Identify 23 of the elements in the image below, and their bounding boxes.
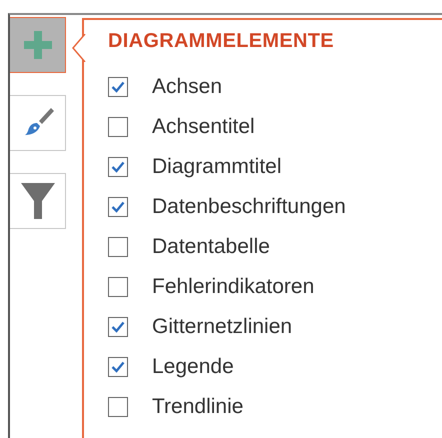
- checkbox-label: Trendlinie: [152, 395, 244, 419]
- checkbox[interactable]: [108, 317, 128, 337]
- checkbox-label: Diagrammtitel: [152, 155, 282, 179]
- filter-icon: [20, 181, 56, 221]
- checkbox[interactable]: [108, 237, 128, 257]
- brush-button[interactable]: [10, 95, 66, 151]
- filter-button[interactable]: [10, 173, 66, 229]
- checkbox[interactable]: [108, 397, 128, 417]
- checkbox[interactable]: [108, 117, 128, 137]
- checkbox[interactable]: [108, 197, 128, 217]
- checkbox-label: Datenbeschriftungen: [152, 195, 346, 219]
- checkbox-label: Datentabelle: [152, 235, 270, 259]
- checkbox[interactable]: [108, 77, 128, 97]
- checkbox-label: Legende: [152, 355, 234, 379]
- checkbox-label: Achsen: [152, 75, 222, 99]
- checkbox[interactable]: [108, 277, 128, 297]
- checkbox[interactable]: [108, 157, 128, 177]
- checkbox-label: Gitternetzlinien: [152, 315, 292, 339]
- plus-icon: [24, 31, 52, 59]
- checkbox[interactable]: [108, 357, 128, 377]
- panel-title: DIAGRAMMELEMENTE: [108, 30, 335, 53]
- checkbox-label: Fehlerindikatoren: [152, 275, 314, 299]
- checkbox-label: Achsentitel: [152, 115, 255, 139]
